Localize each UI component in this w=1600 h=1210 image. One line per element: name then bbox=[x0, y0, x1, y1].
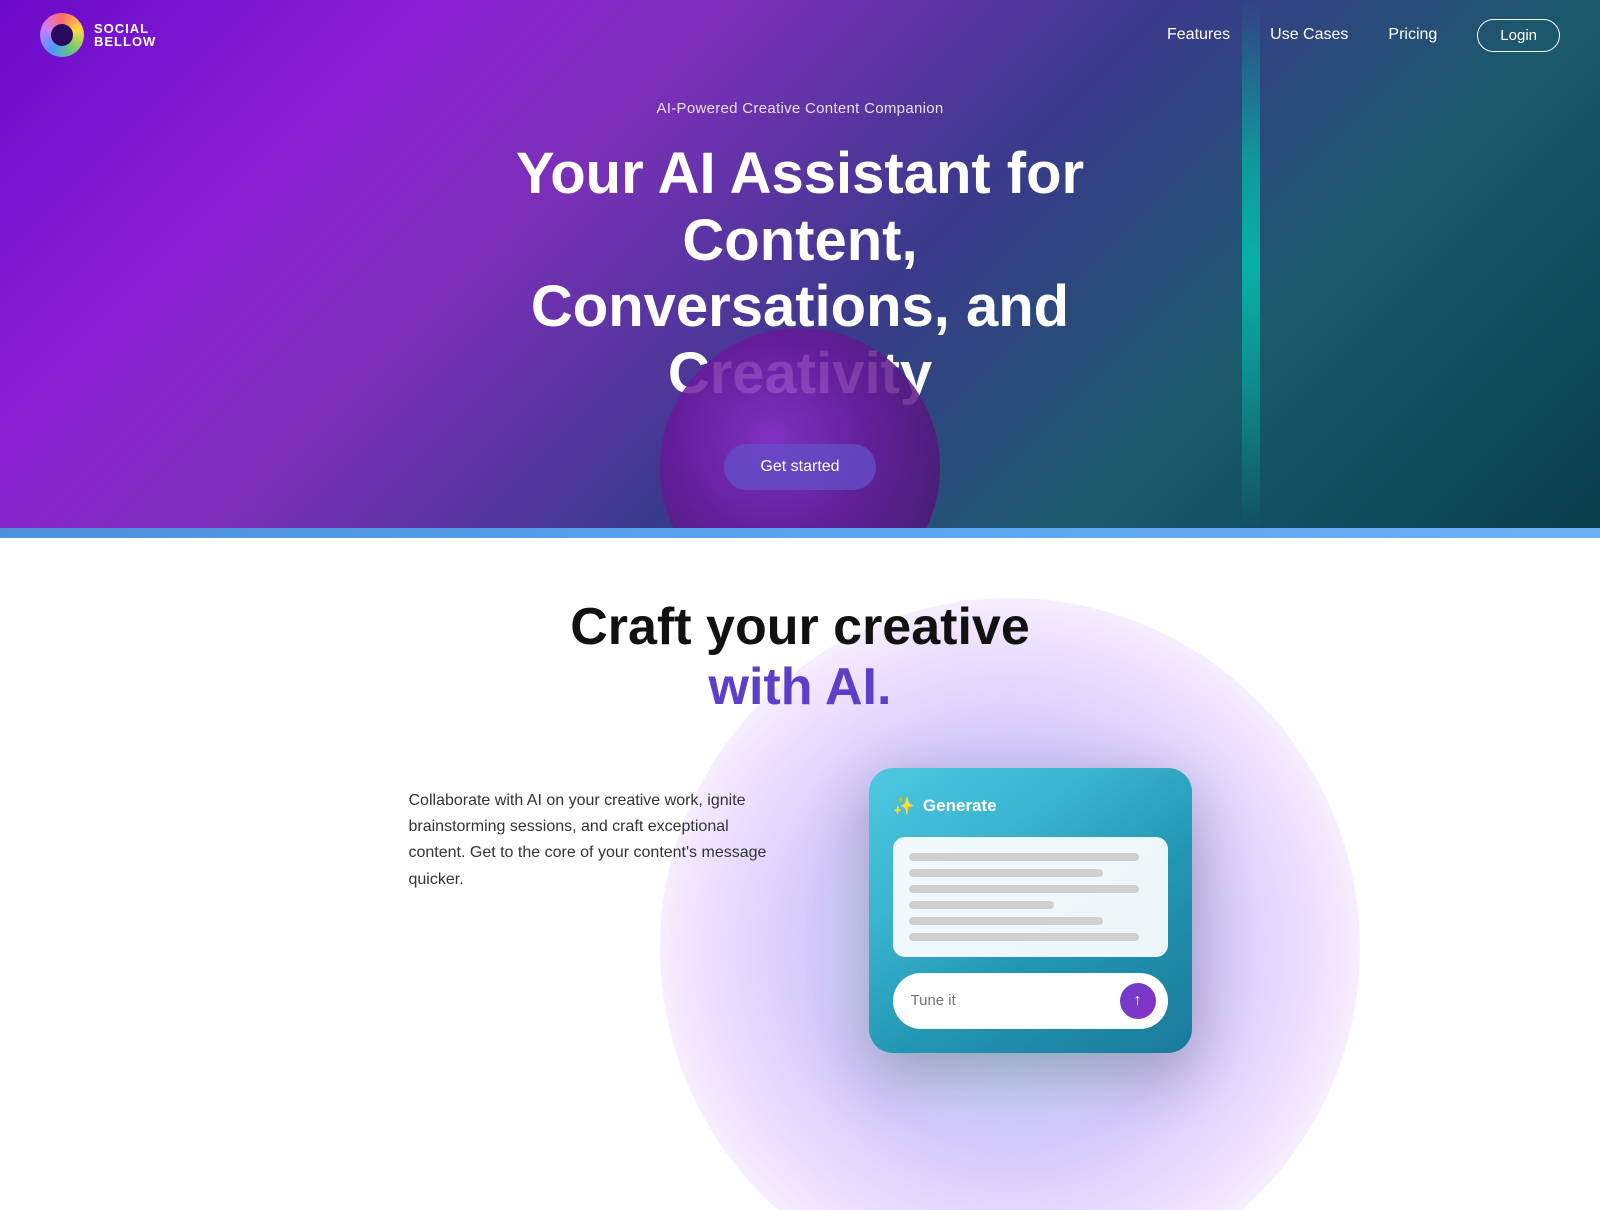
nav-links: Features Use Cases Pricing Login bbox=[1167, 19, 1560, 52]
logo[interactable]: SOCIAL BELLOW bbox=[40, 13, 156, 57]
nav-features[interactable]: Features bbox=[1167, 26, 1230, 44]
blue-divider-strip bbox=[0, 528, 1600, 538]
doc-line-1 bbox=[909, 853, 1140, 861]
content-row: Collaborate with AI on your creative wor… bbox=[250, 768, 1350, 1053]
hero-section: AI-Powered Creative Content Companion Yo… bbox=[0, 0, 1600, 528]
generate-header: ✨ Generate bbox=[893, 796, 1168, 817]
send-button[interactable]: ↑ bbox=[1120, 983, 1156, 1019]
nav-use-cases[interactable]: Use Cases bbox=[1270, 26, 1348, 44]
login-button[interactable]: Login bbox=[1477, 19, 1560, 52]
get-started-button[interactable]: Get started bbox=[724, 444, 875, 490]
features-section: Craft your creative with AI. Collaborate… bbox=[0, 538, 1600, 1210]
magic-wand-icon: ✨ bbox=[893, 796, 915, 817]
section-content: Craft your creative with AI. Collaborate… bbox=[0, 598, 1600, 1053]
generate-card: ✨ Generate ↑ bbox=[869, 768, 1192, 1053]
logo-bellow: BELLOW bbox=[94, 35, 156, 48]
generate-label: Generate bbox=[923, 796, 997, 816]
logo-text: SOCIAL BELLOW bbox=[94, 22, 156, 48]
logo-inner-circle bbox=[51, 24, 73, 46]
doc-line-3 bbox=[909, 885, 1140, 893]
logo-icon bbox=[40, 13, 84, 57]
navbar: SOCIAL BELLOW Features Use Cases Pricing… bbox=[0, 0, 1600, 70]
tune-input-row[interactable]: ↑ bbox=[893, 973, 1168, 1029]
doc-line-6 bbox=[909, 933, 1140, 941]
section-heading-line1: Craft your creative bbox=[570, 598, 1030, 656]
doc-line-5 bbox=[909, 917, 1103, 925]
hero-subtitle: AI-Powered Creative Content Companion bbox=[656, 100, 943, 117]
section-body-text: Collaborate with AI on your creative wor… bbox=[409, 788, 789, 894]
doc-line-4 bbox=[909, 901, 1055, 909]
nav-pricing[interactable]: Pricing bbox=[1388, 26, 1437, 44]
doc-line-2 bbox=[909, 869, 1103, 877]
left-text-block: Collaborate with AI on your creative wor… bbox=[409, 768, 789, 894]
document-preview bbox=[893, 837, 1168, 957]
section-heading: Craft your creative with AI. bbox=[570, 598, 1030, 718]
tune-input[interactable] bbox=[911, 992, 1110, 1009]
section-heading-line2: with AI. bbox=[709, 658, 892, 716]
